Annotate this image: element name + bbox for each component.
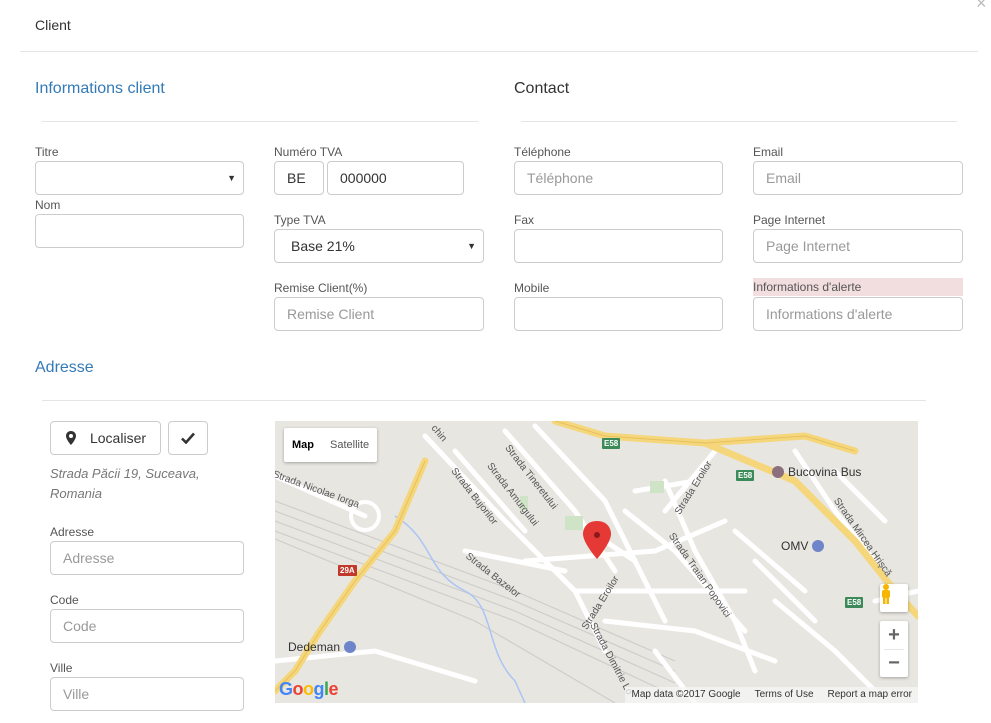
report-map-error-link[interactable]: Report a map error (828, 687, 912, 703)
confirm-location-button[interactable] (168, 421, 208, 455)
poi-dedeman-label: Dedeman (288, 640, 341, 654)
email-input[interactable]: Email (753, 161, 963, 195)
code-label: Code (50, 593, 79, 607)
gas-station-icon (812, 540, 825, 552)
ville-label: Ville (50, 661, 73, 675)
nom-label: Nom (35, 198, 61, 212)
nom-input[interactable] (35, 214, 244, 248)
localiser-label: Localiser (89, 430, 147, 446)
geocoded-address-line1: Strada Păcii 19, Suceava, (50, 466, 200, 481)
map-data-attribution: Map data ©2017 Google (631, 689, 741, 700)
poi-omv-label: OMV (781, 539, 809, 553)
email-label: Email (753, 145, 784, 159)
tva-label: Numéro TVA (274, 145, 343, 159)
poi-bucovina-label: Bucovina Bus (788, 465, 862, 479)
mobile-input[interactable] (514, 297, 723, 331)
alert-info-input[interactable]: Informations d'alerte (753, 297, 963, 331)
remise-label: Remise Client(%) (274, 281, 368, 295)
caret-down-icon: ▼ (467, 241, 476, 251)
road-badge-e58: E58 (602, 438, 621, 449)
map-marker-icon (65, 431, 76, 445)
modal-title: Client (35, 17, 71, 33)
fax-input[interactable] (514, 229, 723, 263)
telephone-input[interactable]: Téléphone (514, 161, 723, 195)
street-view-button[interactable] (880, 584, 908, 612)
type-tva-select[interactable]: Base 21% ▼ (274, 229, 484, 263)
mobile-label: Mobile (514, 281, 550, 295)
terms-of-use-link[interactable]: Terms of Use (755, 687, 814, 703)
geocoded-address-line2: Romania (50, 486, 103, 501)
road-badge-29a: 29A (338, 565, 357, 576)
poi-bucovina-bus[interactable]: Bucovina Bus (772, 465, 861, 479)
checkmark-icon (181, 432, 195, 444)
map-type-control: Map Satellite (284, 428, 378, 462)
section-title-contact: Contact (514, 80, 570, 97)
telephone-label: Téléphone (514, 145, 571, 159)
road-badge-e58: E58 (736, 470, 755, 481)
poi-icon (772, 466, 784, 478)
adresse-label: Adresse (50, 525, 95, 539)
adresse-input[interactable]: Adresse (50, 541, 244, 575)
remise-input[interactable]: Remise Client (274, 297, 484, 331)
map-streets (275, 421, 918, 703)
road-badge-e58: E58 (845, 597, 864, 608)
page-internet-input[interactable]: Page Internet (753, 229, 963, 263)
zoom-in-button[interactable]: + (880, 621, 908, 649)
type-tva-label: Type TVA (274, 213, 326, 227)
section-title-address: Adresse (35, 359, 94, 376)
tva-number-input[interactable]: 000000 (327, 161, 464, 195)
header-divider (20, 51, 978, 52)
code-input[interactable]: Code (50, 609, 244, 643)
map-footer: Map data ©2017 Google Terms of Use Repor… (625, 687, 918, 703)
section-title-client-info: Informations client (35, 80, 165, 97)
map-type-satellite-button[interactable]: Satellite (322, 428, 377, 462)
ville-input[interactable]: Ville (50, 677, 244, 711)
close-icon[interactable]: × (976, 0, 987, 12)
fax-label: Fax (514, 213, 535, 227)
contact-divider (521, 121, 957, 122)
pegman-icon (882, 584, 890, 604)
map-view[interactable]: Strada Tineretului Strada Amurgului Stra… (275, 421, 918, 703)
alert-info-label: Informations d'alerte (753, 278, 963, 296)
poi-dedeman[interactable]: Dedeman (288, 640, 357, 654)
address-divider (42, 400, 926, 401)
titre-select[interactable]: ▼ (35, 161, 244, 195)
poi-omv[interactable]: OMV (781, 539, 825, 553)
localiser-button[interactable]: Localiser (50, 421, 161, 455)
type-tva-value: Base 21% (291, 238, 355, 254)
caret-down-icon: ▼ (227, 173, 236, 183)
google-logo: Google (279, 679, 339, 699)
page-internet-label: Page Internet (753, 213, 826, 227)
tva-country-input[interactable]: BE (274, 161, 324, 195)
zoom-out-button[interactable]: − (880, 650, 908, 677)
geocoded-address: Strada Păcii 19, Suceava, Romania (50, 464, 200, 504)
map-type-map-button[interactable]: Map (284, 428, 322, 462)
titre-label: Titre (35, 145, 59, 159)
client-info-divider (42, 121, 478, 122)
zoom-control: + − (880, 621, 908, 677)
shopping-icon (344, 641, 357, 653)
